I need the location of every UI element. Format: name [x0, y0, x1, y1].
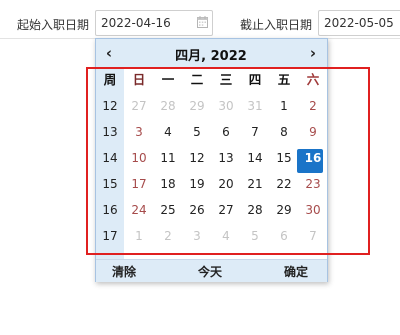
day-cell[interactable]: 7 [299, 223, 327, 249]
day-cell[interactable]: 3 [183, 223, 211, 249]
day-cell[interactable]: 26 [183, 197, 211, 223]
day-cell[interactable]: 6 [270, 223, 298, 249]
day-cell[interactable]: 5 [183, 119, 211, 145]
start-date-value: 2022-04-16 [101, 16, 171, 30]
date-picker: ‹ 四月, 2022 › 周日一二三四五六 12 27 28 29 30 31 1 2 13 3 4 5… [95, 38, 328, 282]
weekday-header: 三 [219, 72, 233, 87]
day-cell[interactable]: 14 [241, 145, 269, 171]
day-cell[interactable]: 23 [299, 171, 327, 197]
week-number: 16 [102, 203, 118, 217]
day-cell[interactable]: 2 [154, 223, 182, 249]
day-cell[interactable]: 4 [212, 223, 240, 249]
day-cell[interactable]: 10 [125, 145, 153, 171]
start-date-label: 起始入职日期 [17, 18, 90, 32]
clear-button[interactable]: 清除 [112, 263, 136, 280]
calendar-icon[interactable] [197, 16, 208, 28]
day-cell[interactable]: 28 [241, 197, 269, 223]
confirm-button[interactable]: 确定 [284, 263, 308, 280]
week-number: 15 [102, 177, 118, 191]
day-cell[interactable]: 1 [270, 93, 298, 119]
date-picker-footer: 清除 今天 确定 [96, 259, 327, 282]
week-number-header: 周 [103, 72, 117, 87]
weekday-header: 日 [132, 72, 146, 87]
start-date-input[interactable]: 2022-04-16 [95, 10, 213, 36]
day-cell[interactable]: 31 [241, 93, 269, 119]
day-cell[interactable]: 8 [270, 119, 298, 145]
week-number: 12 [102, 99, 118, 113]
filter-bar: 起始入职日期 2022-04-16 截止入职日期 2022-05-05 [0, 0, 400, 39]
day-cell[interactable]: 18 [154, 171, 182, 197]
today-button[interactable]: 今天 [198, 263, 222, 280]
day-cell[interactable]: 1 [125, 223, 153, 249]
day-cell[interactable]: 2 [299, 93, 327, 119]
day-cell[interactable]: 4 [154, 119, 182, 145]
day-cell[interactable]: 22 [270, 171, 298, 197]
month-year-title[interactable]: 四月, 2022 [136, 45, 286, 64]
end-date-label: 截止入职日期 [240, 18, 313, 32]
day-cell[interactable]: 28 [154, 93, 182, 119]
day-cell[interactable]: 27 [125, 93, 153, 119]
day-cell[interactable]: 30 [299, 197, 327, 223]
day-cell[interactable]: 20 [212, 171, 240, 197]
day-cell[interactable]: 29 [183, 93, 211, 119]
weekday-header: 一 [161, 72, 175, 87]
day-cell[interactable]: 24 [125, 197, 153, 223]
day-cell[interactable]: 29 [270, 197, 298, 223]
day-cell[interactable]: 13 [212, 145, 240, 171]
day-cell[interactable]: 27 [212, 197, 240, 223]
day-cell[interactable]: 15 [270, 145, 298, 171]
day-cell[interactable]: 9 [299, 119, 327, 145]
week-number: 13 [102, 125, 118, 139]
day-cell[interactable]: 17 [125, 171, 153, 197]
day-cell[interactable]: 21 [241, 171, 269, 197]
week-number: 14 [102, 151, 118, 165]
date-picker-header: ‹ 四月, 2022 › [96, 39, 327, 67]
day-cell[interactable]: 7 [241, 119, 269, 145]
day-cell[interactable]: 19 [183, 171, 211, 197]
weekday-header: 五 [277, 72, 291, 87]
day-cell[interactable]: 12 [183, 145, 211, 171]
day-cell[interactable]: 25 [154, 197, 182, 223]
day-cell[interactable]: 6 [212, 119, 240, 145]
end-date-value: 2022-05-05 [324, 16, 394, 30]
prev-month-button[interactable]: ‹ [99, 43, 119, 63]
weekday-header: 四 [248, 72, 262, 87]
end-date-input[interactable]: 2022-05-05 [318, 10, 400, 36]
selected-day[interactable]: 16 [299, 145, 327, 171]
week-number: 17 [102, 229, 118, 243]
weekday-header: 六 [306, 72, 320, 87]
day-cell[interactable]: 30 [212, 93, 240, 119]
day-cell[interactable]: 5 [241, 223, 269, 249]
next-month-button[interactable]: › [303, 43, 323, 63]
day-cell[interactable]: 3 [125, 119, 153, 145]
weekday-header: 二 [190, 72, 204, 87]
day-cell[interactable]: 11 [154, 145, 182, 171]
